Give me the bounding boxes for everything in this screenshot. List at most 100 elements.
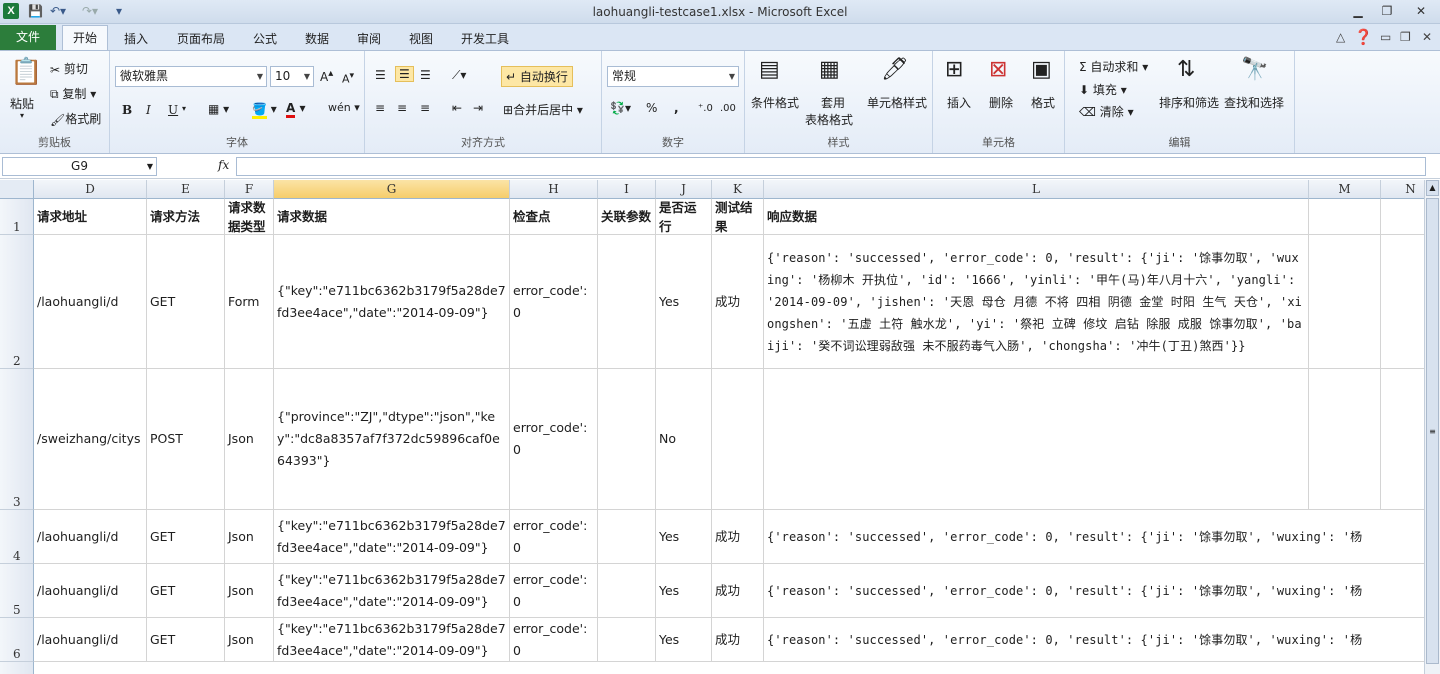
table-cell[interactable]: GET: [147, 564, 225, 618]
underline-button[interactable]: U: [168, 103, 178, 117]
increase-decimal-icon[interactable]: ⁺.0: [698, 103, 713, 114]
delete-cells-button[interactable]: 删除: [989, 94, 1013, 111]
table-cell[interactable]: [598, 564, 656, 618]
vertical-scrollbar[interactable]: ▲ ≡: [1424, 180, 1440, 674]
row-header-4[interactable]: 4: [0, 510, 34, 564]
row-header-3[interactable]: 3: [0, 369, 34, 510]
insert-cells-button[interactable]: 插入: [947, 94, 971, 111]
table-cell[interactable]: [598, 618, 656, 662]
table-cell[interactable]: Json: [225, 618, 274, 662]
header-cell-data-type[interactable]: 请求数据类型: [225, 199, 274, 235]
orientation-icon[interactable]: ⟋▾: [452, 68, 466, 83]
format-as-table-icon[interactable]: ▦: [819, 57, 840, 82]
sort-filter-icon[interactable]: ⇅: [1177, 57, 1195, 82]
fill-button[interactable]: ⬇ 填充 ▾: [1079, 81, 1127, 98]
column-header-m[interactable]: M: [1309, 180, 1381, 199]
select-all-corner[interactable]: [0, 180, 34, 199]
binoculars-icon[interactable]: 🔭: [1241, 57, 1268, 82]
table-cell[interactable]: Yes: [656, 235, 712, 369]
phonetic-button[interactable]: wén ▾: [328, 101, 360, 114]
table-cell[interactable]: {'reason': 'successed', 'error_code': 0,…: [764, 235, 1309, 369]
table-cell[interactable]: [1309, 199, 1381, 235]
increase-indent-icon[interactable]: ⇥: [473, 101, 483, 115]
column-header-l[interactable]: L: [764, 180, 1309, 199]
table-cell[interactable]: [1309, 235, 1381, 369]
italic-button[interactable]: I: [146, 103, 151, 117]
table-cell[interactable]: {"province":"ZJ","dtype":"json","key":"d…: [274, 369, 510, 510]
underline-dropdown-icon[interactable]: ▾: [182, 104, 186, 113]
header-cell-checkpoint[interactable]: 检查点: [510, 199, 598, 235]
column-header-e[interactable]: E: [147, 180, 225, 199]
minimize-ribbon-icon[interactable]: △: [1336, 30, 1345, 44]
table-cell[interactable]: /laohuangli/d: [34, 618, 147, 662]
decrease-indent-icon[interactable]: ⇤: [452, 101, 462, 115]
table-cell[interactable]: [598, 235, 656, 369]
table-cell[interactable]: {"key":"e711bc6362b3179f5a28de7fd3ee4ace…: [274, 618, 510, 662]
column-header-f[interactable]: F: [225, 180, 274, 199]
grow-font-button[interactable]: A▴: [320, 68, 333, 84]
column-header-j[interactable]: J: [656, 180, 712, 199]
table-cell[interactable]: {"key":"e711bc6362b3179f5a28de7fd3ee4ace…: [274, 510, 510, 564]
tab-developer[interactable]: 开发工具: [461, 30, 509, 47]
find-select-button[interactable]: 查找和选择: [1224, 94, 1284, 111]
column-header-d[interactable]: D: [34, 180, 147, 199]
conditional-format-icon[interactable]: ▤: [759, 57, 780, 82]
tab-review[interactable]: 审阅: [357, 30, 381, 47]
table-cell[interactable]: Yes: [656, 618, 712, 662]
table-cell[interactable]: [598, 510, 656, 564]
table-cell[interactable]: 成功: [712, 564, 764, 618]
column-header-g[interactable]: G: [274, 180, 510, 199]
insert-function-icon[interactable]: fx: [218, 158, 229, 172]
column-header-k[interactable]: K: [712, 180, 764, 199]
header-cell-result[interactable]: 测试结果: [712, 199, 764, 235]
column-header-h[interactable]: H: [510, 180, 598, 199]
table-cell[interactable]: [1309, 369, 1381, 510]
comma-button[interactable]: ,: [674, 101, 679, 115]
header-cell-response[interactable]: 响应数据: [764, 199, 1309, 235]
format-as-table-label-1[interactable]: 套用: [821, 94, 845, 111]
table-cell[interactable]: /laohuangli/d: [34, 564, 147, 618]
shrink-font-button[interactable]: A▾: [342, 70, 354, 86]
tab-home[interactable]: 开始: [62, 25, 109, 50]
align-right-icon[interactable]: ≡: [420, 101, 430, 115]
delete-cells-icon[interactable]: ⊠: [989, 57, 1007, 82]
cell-styles-button[interactable]: 单元格样式: [867, 94, 927, 111]
scroll-thumb[interactable]: ≡: [1426, 198, 1439, 664]
restore-icon[interactable]: ❐: [1376, 3, 1398, 19]
table-cell[interactable]: /sweizhang/citys: [34, 369, 147, 510]
align-bottom-icon[interactable]: ☰: [420, 68, 431, 82]
row-header-5[interactable]: 5: [0, 564, 34, 618]
table-cell[interactable]: /laohuangli/d: [34, 235, 147, 369]
align-top-icon[interactable]: ☰: [375, 68, 386, 82]
border-button[interactable]: ▦ ▾: [208, 102, 229, 116]
accounting-format-icon[interactable]: 💱▾: [610, 101, 631, 115]
merge-center-button[interactable]: ⊞合并后居中 ▾: [503, 101, 583, 118]
table-cell[interactable]: 成功: [712, 235, 764, 369]
autosum-button[interactable]: Σ 自动求和 ▾: [1079, 58, 1148, 75]
format-cells-icon[interactable]: ▣: [1031, 57, 1052, 82]
sort-filter-button[interactable]: 排序和筛选: [1159, 94, 1219, 111]
clear-button[interactable]: ⌫ 清除 ▾: [1079, 103, 1134, 120]
table-cell[interactable]: [712, 369, 764, 510]
tab-file[interactable]: 文件: [0, 25, 56, 50]
column-header-i[interactable]: I: [598, 180, 656, 199]
format-cells-button[interactable]: 格式: [1031, 94, 1055, 111]
cell-styles-icon[interactable]: 🖊: [881, 57, 909, 82]
table-cell[interactable]: Yes: [656, 564, 712, 618]
scroll-up-icon[interactable]: ▲: [1426, 180, 1439, 196]
doc-restore-icon[interactable]: ❐: [1400, 30, 1411, 44]
paste-dropdown-icon[interactable]: ▾: [20, 111, 24, 120]
header-cell-request-data[interactable]: 请求数据: [274, 199, 510, 235]
table-cell[interactable]: Form: [225, 235, 274, 369]
tab-insert[interactable]: 插入: [124, 30, 148, 47]
minimize-icon[interactable]: ▁: [1347, 3, 1369, 19]
table-cell[interactable]: [598, 369, 656, 510]
font-name-combo[interactable]: 微软雅黑 ▼: [115, 66, 267, 87]
table-cell[interactable]: {'reason': 'successed', 'error_code': 0,…: [764, 510, 1424, 564]
header-cell-related-params[interactable]: 关联参数: [598, 199, 656, 235]
table-cell[interactable]: GET: [147, 618, 225, 662]
table-cell[interactable]: {'reason': 'successed', 'error_code': 0,…: [764, 564, 1424, 618]
table-cell[interactable]: error_code': 0: [510, 369, 598, 510]
table-cell[interactable]: {"key":"e711bc6362b3179f5a28de7fd3ee4ace…: [274, 564, 510, 618]
table-cell[interactable]: error_code': 0: [510, 235, 598, 369]
